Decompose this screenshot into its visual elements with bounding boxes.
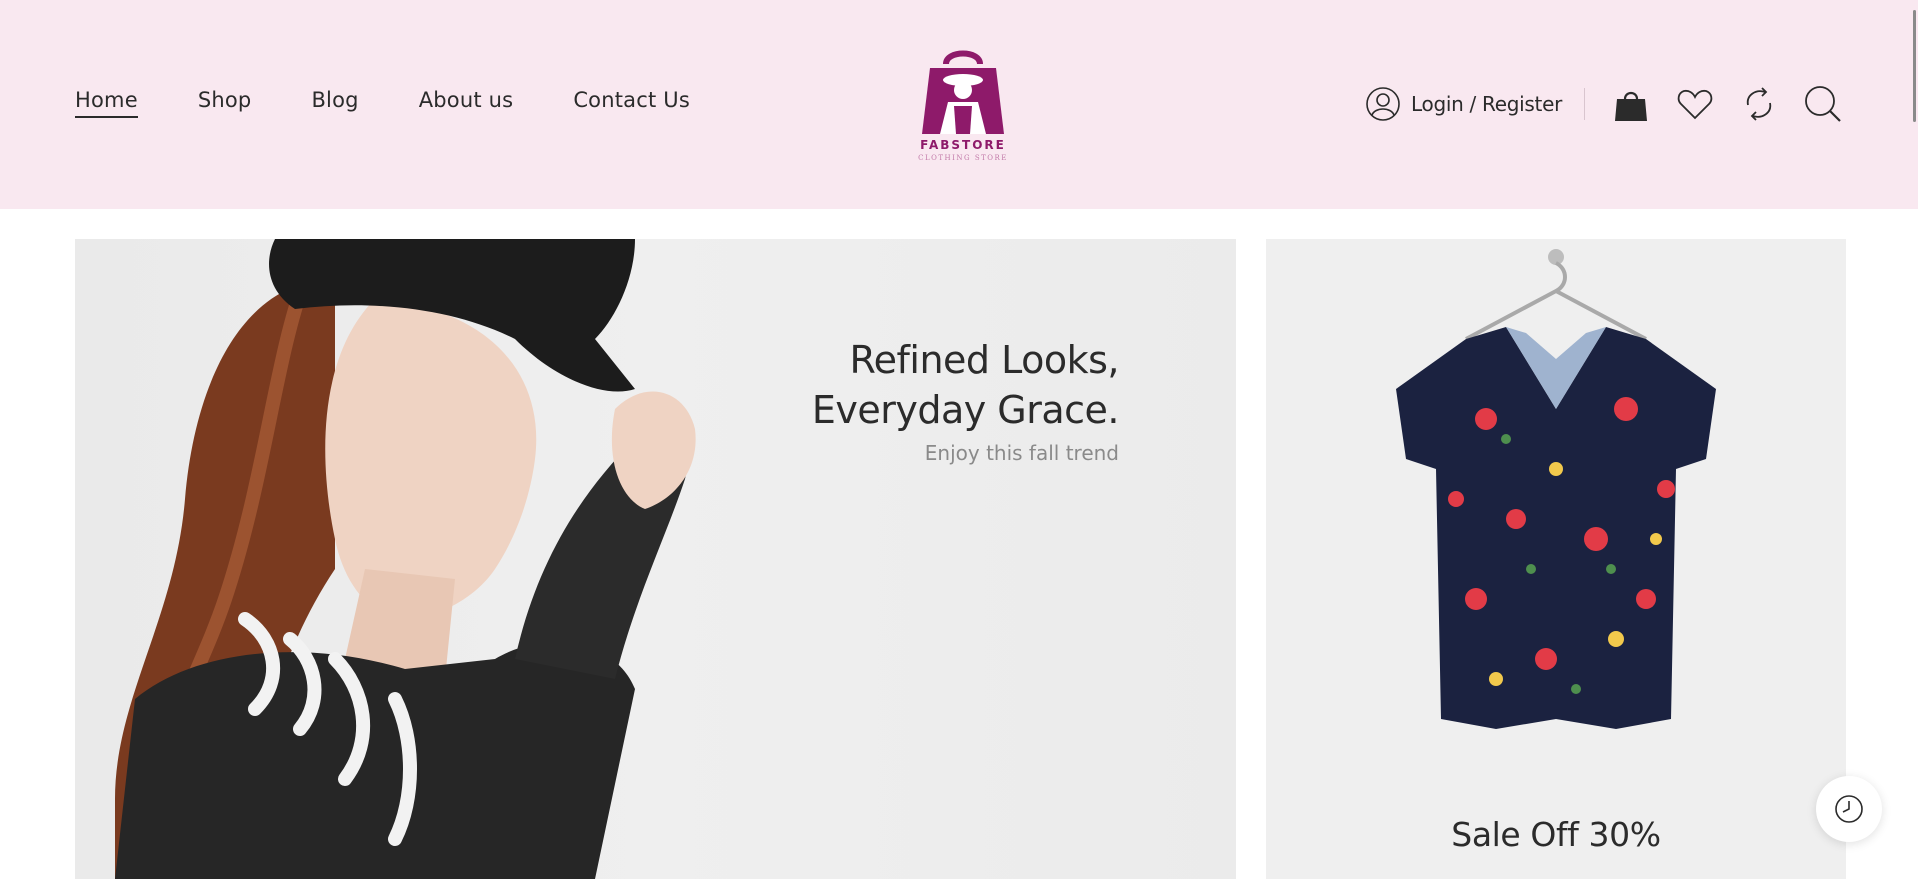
hero-title: Refined Looks, Everyday Grace. bbox=[811, 338, 1120, 432]
nav-contact-us[interactable]: Contact Us bbox=[573, 88, 690, 118]
login-register-link[interactable]: Login / Register bbox=[1365, 86, 1562, 122]
nav-about-us[interactable]: About us bbox=[419, 88, 514, 118]
compare-button[interactable] bbox=[1739, 84, 1779, 124]
shopping-bag-icon bbox=[1615, 91, 1647, 121]
promo-title: Sale Off 30% bbox=[1451, 815, 1661, 854]
clock-icon bbox=[1835, 795, 1863, 823]
site-header: Home Shop Blog About us Contact Us FABST… bbox=[0, 0, 1918, 209]
search-icon bbox=[1805, 86, 1841, 122]
logo-bag-icon bbox=[922, 50, 1004, 134]
main-nav: Home Shop Blog About us Contact Us bbox=[75, 88, 750, 118]
cart-button[interactable] bbox=[1611, 84, 1651, 124]
nav-shop[interactable]: Shop bbox=[198, 88, 252, 118]
promo-banner[interactable]: Sale Off 30% bbox=[1266, 239, 1846, 879]
nav-home[interactable]: Home bbox=[75, 88, 138, 118]
heart-icon bbox=[1677, 89, 1713, 120]
logo-tagline: CLOTHING STORE bbox=[918, 154, 1008, 162]
nav-blog[interactable]: Blog bbox=[311, 88, 358, 118]
site-logo[interactable]: FABSTORE CLOTHING STORE bbox=[908, 44, 1018, 164]
logo-wordmark: FABSTORE bbox=[920, 138, 1006, 152]
search-button[interactable] bbox=[1803, 84, 1843, 124]
wishlist-button[interactable] bbox=[1675, 84, 1715, 124]
header-divider bbox=[1584, 88, 1585, 120]
page-scrollbar[interactable] bbox=[1913, 10, 1916, 122]
header-tools: Login / Register bbox=[1365, 82, 1843, 126]
hero-subtitle: Enjoy this fall trend bbox=[924, 441, 1119, 465]
user-icon bbox=[1366, 87, 1400, 121]
recently-viewed-button[interactable] bbox=[1816, 776, 1882, 842]
compare-icon bbox=[1746, 87, 1772, 121]
hero-model-image bbox=[115, 239, 696, 879]
floral-blouse-image bbox=[1396, 249, 1716, 729]
hero-banner[interactable]: Refined Looks, Everyday Grace. Enjoy thi… bbox=[75, 239, 1236, 879]
login-label: Login / Register bbox=[1411, 92, 1562, 116]
